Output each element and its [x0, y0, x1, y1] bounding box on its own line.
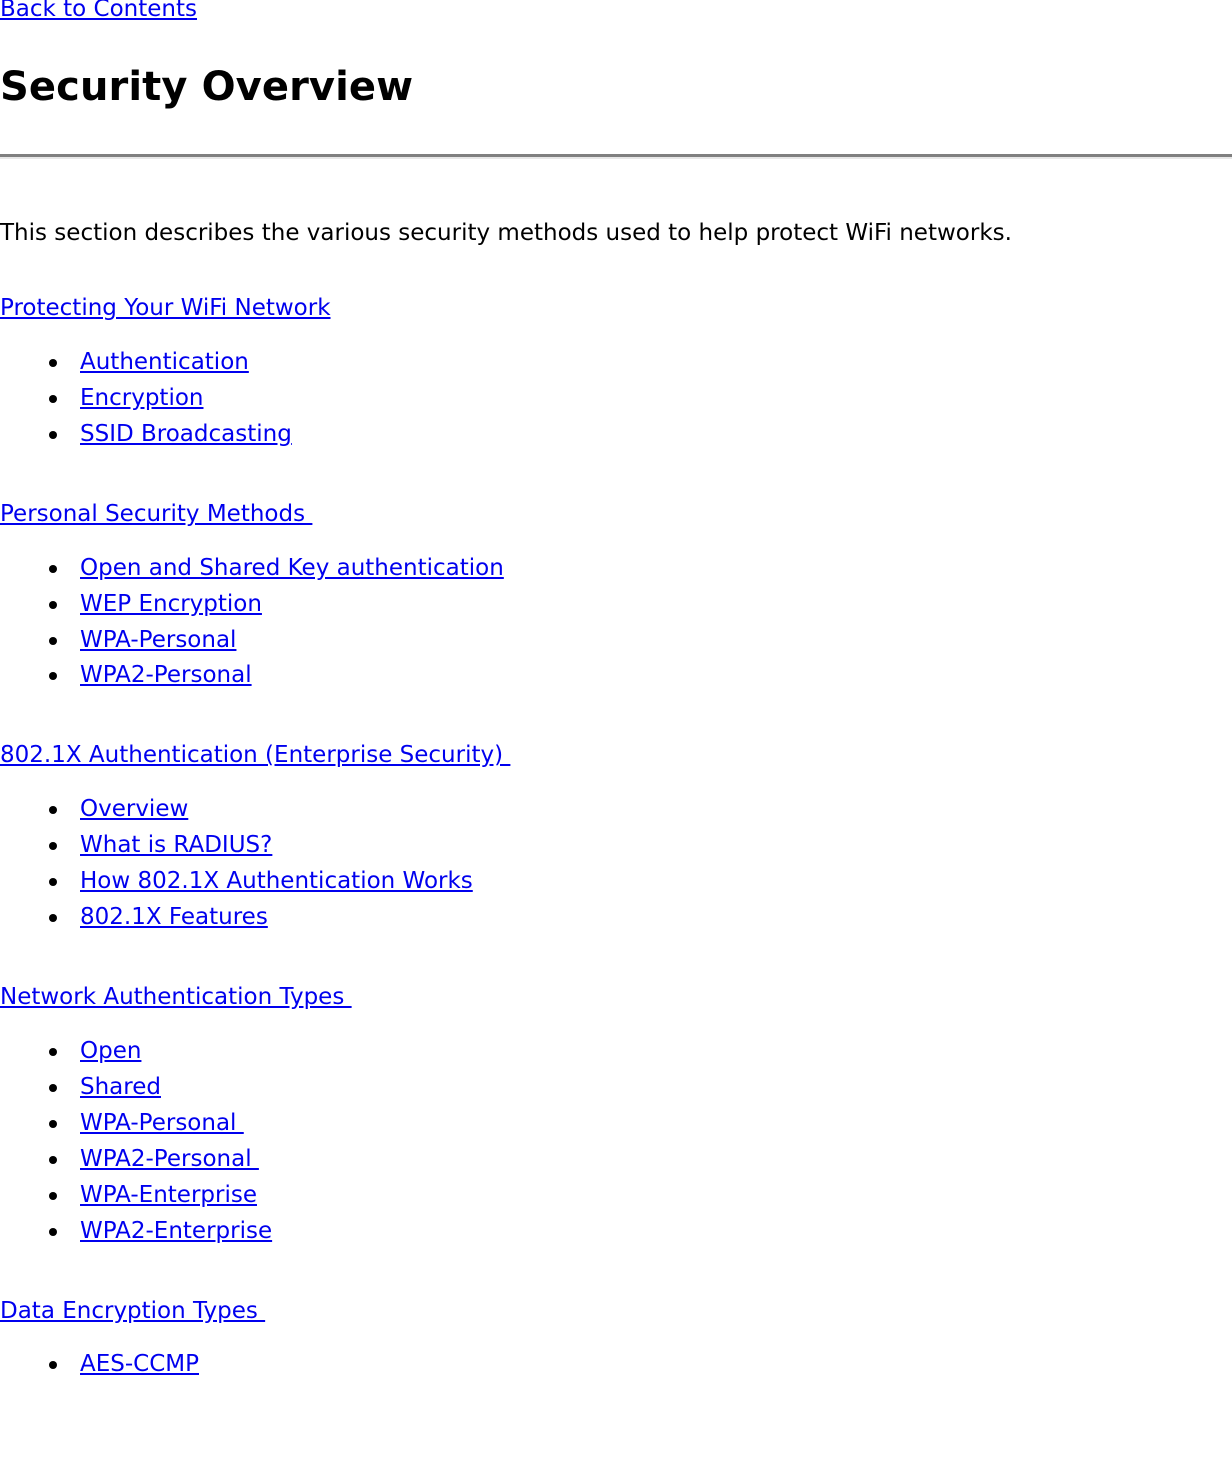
list-item: Shared	[0, 1070, 1232, 1106]
link-aes-ccmp[interactable]: AES-CCMP	[80, 1351, 199, 1377]
list-item: WPA2-Enterprise	[0, 1214, 1232, 1250]
horizontal-rule-divider	[0, 153, 1232, 159]
section-link-personal-security-methods[interactable]: Personal Security Methods	[0, 501, 312, 527]
link-wpa-personal[interactable]: WPA-Personal	[80, 627, 236, 653]
link-what-is-radius[interactable]: What is RADIUS?	[80, 832, 272, 858]
link-encryption[interactable]: Encryption	[80, 385, 203, 411]
link-list-protecting-your-wifi-network: Authentication Encryption SSID Broadcast…	[0, 345, 1232, 453]
back-to-contents-link[interactable]: Back to Contents	[0, 0, 197, 22]
list-item: WPA2-Personal	[0, 1142, 1232, 1178]
list-item: AES-CCMP	[0, 1347, 1232, 1383]
link-how-8021x-authentication-works[interactable]: How 802.1X Authentication Works	[80, 868, 473, 894]
section-heading-protecting-your-wifi-network: Protecting Your WiFi Network	[0, 295, 1232, 323]
back-to-contents-nav: Back to Contents	[0, 0, 1232, 26]
list-item: WPA-Personal	[0, 623, 1232, 659]
list-item: WPA-Enterprise	[0, 1178, 1232, 1214]
list-item: How 802.1X Authentication Works	[0, 864, 1232, 900]
list-item: WEP Encryption	[0, 587, 1232, 623]
document-page: Back to Contents Security Overview This …	[0, 0, 1232, 1469]
list-item: WPA-Personal	[0, 1106, 1232, 1142]
link-wpa2-personal-auth-type[interactable]: WPA2-Personal	[80, 1146, 259, 1172]
link-wep-encryption[interactable]: WEP Encryption	[80, 591, 262, 617]
link-8021x-features[interactable]: 802.1X Features	[80, 904, 268, 930]
link-shared[interactable]: Shared	[80, 1074, 161, 1100]
section-heading-data-encryption-types: Data Encryption Types	[0, 1298, 1232, 1326]
list-item: 802.1X Features	[0, 900, 1232, 936]
link-overview[interactable]: Overview	[80, 796, 188, 822]
list-item: What is RADIUS?	[0, 828, 1232, 864]
list-item: SSID Broadcasting	[0, 417, 1232, 453]
section-link-data-encryption-types[interactable]: Data Encryption Types	[0, 1298, 265, 1324]
link-wpa-personal-auth-type[interactable]: WPA-Personal	[80, 1110, 244, 1136]
link-list-data-encryption-types: AES-CCMP	[0, 1347, 1232, 1383]
page-title: Security Overview	[0, 64, 414, 110]
link-open-and-shared-key-authentication[interactable]: Open and Shared Key authentication	[80, 555, 504, 581]
link-ssid-broadcasting[interactable]: SSID Broadcasting	[80, 421, 292, 447]
intro-paragraph: This section describes the various secur…	[0, 219, 1012, 246]
section-link-network-authentication-types[interactable]: Network Authentication Types	[0, 984, 352, 1010]
section-heading-network-authentication-types: Network Authentication Types	[0, 984, 1232, 1012]
link-wpa2-personal[interactable]: WPA2-Personal	[80, 662, 252, 688]
section-link-protecting-your-wifi-network[interactable]: Protecting Your WiFi Network	[0, 295, 331, 321]
list-item: WPA2-Personal	[0, 658, 1232, 694]
link-list-8021x-authentication: Overview What is RADIUS? How 802.1X Auth…	[0, 792, 1232, 936]
link-list-network-authentication-types: Open Shared WPA-Personal WPA2-Personal W…	[0, 1034, 1232, 1250]
link-authentication[interactable]: Authentication	[80, 349, 249, 375]
link-wpa2-enterprise[interactable]: WPA2-Enterprise	[80, 1218, 272, 1244]
list-item: Overview	[0, 792, 1232, 828]
section-heading-8021x-authentication-enterprise-security: 802.1X Authentication (Enterprise Securi…	[0, 742, 1232, 770]
link-wpa-enterprise[interactable]: WPA-Enterprise	[80, 1182, 257, 1208]
section-heading-personal-security-methods: Personal Security Methods	[0, 501, 1232, 529]
list-item: Open	[0, 1034, 1232, 1070]
list-item: Authentication	[0, 345, 1232, 381]
list-item: Encryption	[0, 381, 1232, 417]
link-open[interactable]: Open	[80, 1038, 141, 1064]
list-item: Open and Shared Key authentication	[0, 551, 1232, 587]
link-list-personal-security-methods: Open and Shared Key authentication WEP E…	[0, 551, 1232, 695]
section-link-8021x-authentication-enterprise-security[interactable]: 802.1X Authentication (Enterprise Securi…	[0, 742, 510, 768]
